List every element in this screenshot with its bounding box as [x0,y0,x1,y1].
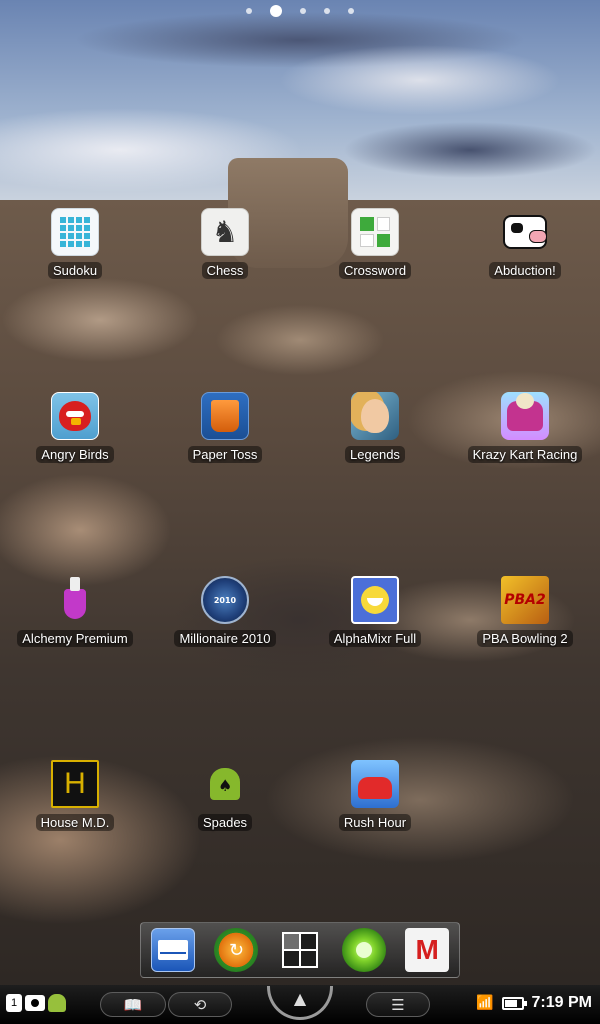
app-label: Spades [197,814,253,831]
page-dot[interactable] [300,8,306,14]
chess-icon[interactable]: ♞ [201,208,249,256]
app-paper-toss[interactable]: Paper Toss [150,392,300,576]
app-millionaire-2010[interactable]: 2010 Millionaire 2010 [150,576,300,760]
pba-bowling-2-icon[interactable]: PBA2 [501,576,549,624]
abduction-icon[interactable] [501,208,549,256]
pba-icon-text: PBA2 [504,592,546,608]
app-label: Chess [201,262,249,279]
app-chess[interactable]: ♞ Chess [150,208,300,392]
app-sudoku[interactable]: Sudoku [0,208,150,392]
app-label: Sudoku [47,262,103,279]
status-area: 📶 7:19 PM [476,994,592,1012]
rush-hour-icon[interactable] [351,760,399,808]
alphamixr-full-icon[interactable] [351,576,399,624]
home-icon: ▲ [293,989,307,1008]
crossword-icon[interactable] [351,208,399,256]
spades-icon[interactable] [201,760,249,808]
app-crossword[interactable]: Crossword [300,208,450,392]
legends-icon[interactable] [351,392,399,440]
wifi-icon: 📶 [476,995,494,1011]
millionaire-icon-text: 2010 [213,595,237,605]
app-angry-birds[interactable]: Angry Birds [0,392,150,576]
app-label: Alchemy Premium [17,630,133,647]
app-label: Millionaire 2010 [174,630,276,647]
app-label: Crossword [338,262,412,279]
app-label: PBA Bowling 2 [477,630,573,647]
app-krazy-kart-racing[interactable]: Krazy Kart Racing [450,392,600,576]
app-label: Krazy Kart Racing [467,446,583,463]
app-grid: Sudoku ♞ Chess Crossword Abduction! Angr… [0,208,600,944]
page-indicator[interactable] [0,4,600,18]
gmail-icon[interactable]: M [405,928,450,972]
app-label: Angry Birds [36,446,114,463]
house-icon-text: H [64,767,86,800]
green-app-icon[interactable] [341,928,386,972]
yahoo-mail-icon[interactable] [150,928,195,972]
page-dot[interactable] [348,8,354,14]
app-pba-bowling-2[interactable]: PBA2 PBA Bowling 2 [450,576,600,760]
app-label: Legends [345,446,405,463]
app-label: Abduction! [489,262,561,279]
notification-area[interactable]: 1 [6,994,66,1012]
krazy-kart-racing-icon[interactable] [501,392,549,440]
dock: ↻ M [140,922,460,978]
menu-icon: ☰ [391,995,405,1014]
hd-browser-icon[interactable]: ↻ [214,928,259,972]
app-label: House M.D. [35,814,115,831]
camera-icon [25,995,45,1011]
book-icon: 📖 [123,995,143,1014]
gmail-m-glyph: M [415,934,439,965]
envelope-icon [157,940,188,960]
page-dot[interactable] [246,8,252,14]
notification-count[interactable]: 1 [6,994,22,1012]
battery-icon [501,996,527,1010]
app-rush-hour[interactable]: Rush Hour [300,760,450,944]
paper-toss-icon[interactable] [201,392,249,440]
back-icon: ⟲ [193,995,207,1014]
widgets-icon[interactable] [278,928,322,972]
page-dot[interactable] [324,8,330,14]
app-spades[interactable]: Spades [150,760,300,944]
back-button[interactable]: ⟲ [168,992,232,1017]
millionaire-2010-icon[interactable]: 2010 [201,576,249,624]
app-alchemy-premium[interactable]: Alchemy Premium [0,576,150,760]
app-legends[interactable]: Legends [300,392,450,576]
house-md-icon[interactable]: H [51,760,99,808]
app-label: Rush Hour [338,814,412,831]
sudoku-icon[interactable] [51,208,99,256]
angry-birds-icon[interactable] [51,392,99,440]
clock[interactable]: 7:19 PM [532,994,592,1012]
android-icon [48,994,66,1012]
book-button[interactable]: 📖 [100,992,166,1017]
menu-button[interactable]: ☰ [366,992,430,1017]
refresh-arrow-icon: ↻ [228,939,244,961]
page-dot-active[interactable] [270,5,282,17]
alchemy-premium-icon[interactable] [51,576,99,624]
app-house-md[interactable]: H House M.D. [0,760,150,944]
app-label: Paper Toss [187,446,263,463]
app-label: AlphaMixr Full [328,630,422,647]
app-alphamixr-full[interactable]: AlphaMixr Full [300,576,450,760]
app-abduction[interactable]: Abduction! [450,208,600,392]
